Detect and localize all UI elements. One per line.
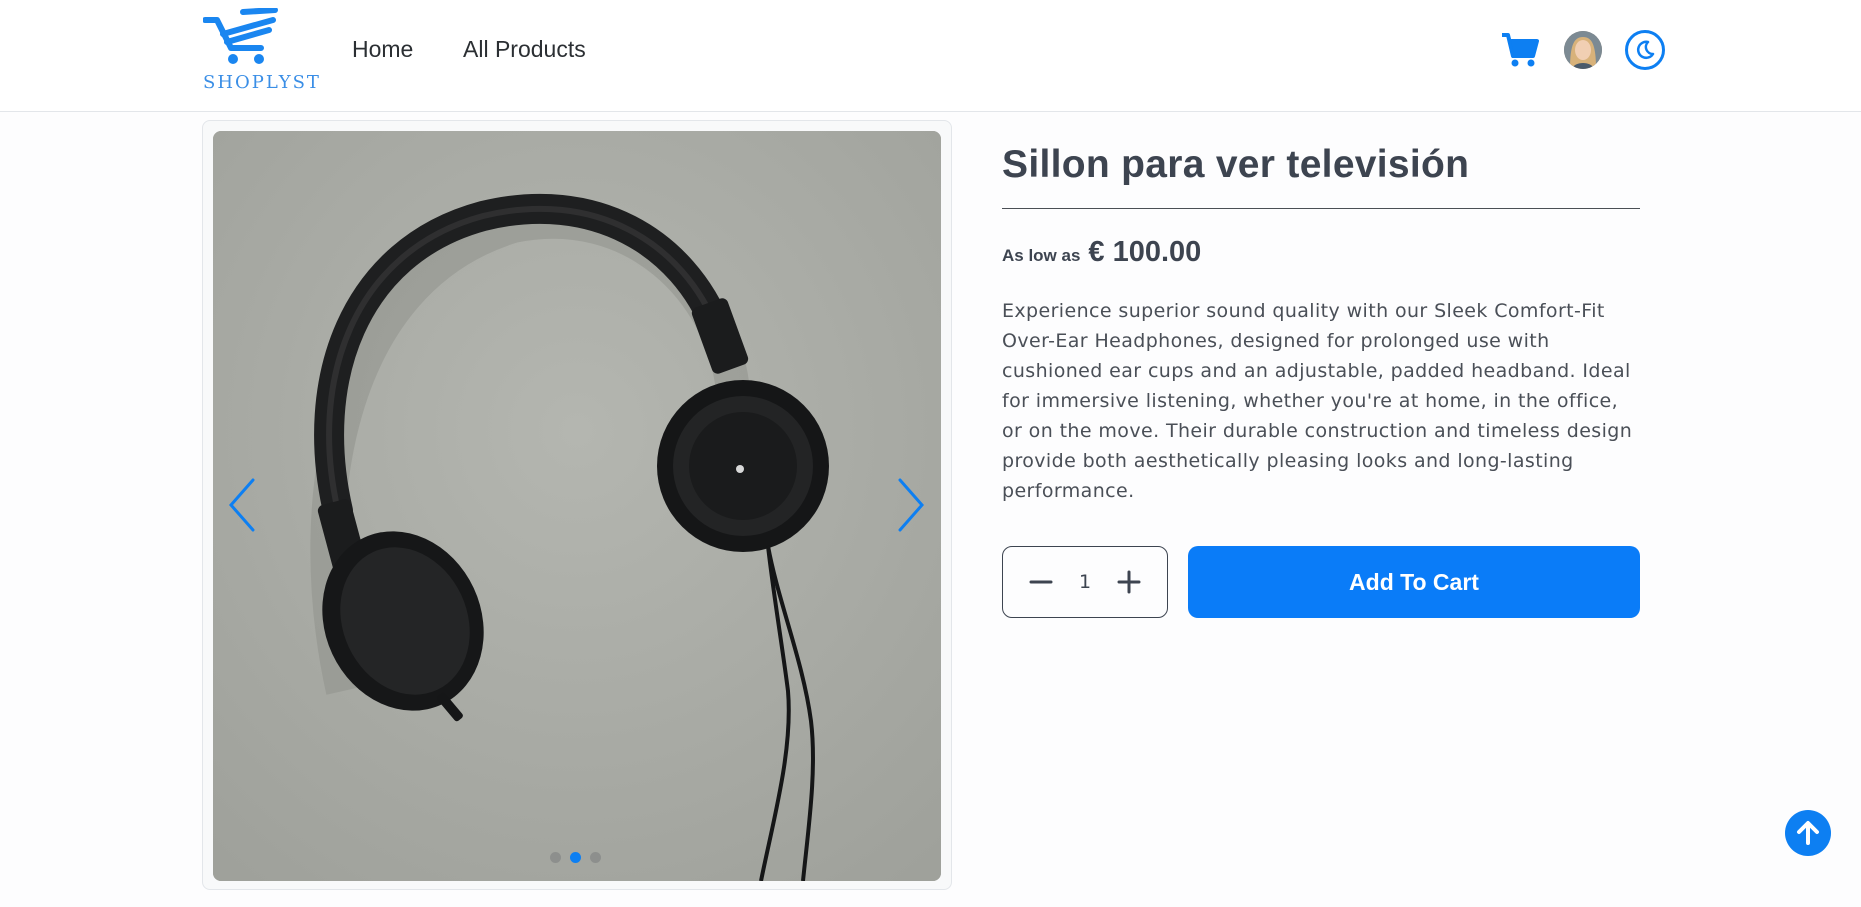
avatar-image [1564, 31, 1602, 69]
carousel-prev-button[interactable] [222, 470, 262, 540]
product-image-carousel [202, 120, 952, 890]
title-divider [1002, 208, 1640, 209]
product-title: Sillon para ver televisión [1002, 143, 1470, 186]
product-price: € 100.00 [1088, 236, 1202, 268]
brand-logo[interactable]: SHOPLYST [202, 7, 319, 93]
quantity-value[interactable]: 1 [1065, 571, 1105, 593]
headphones-image [213, 131, 941, 881]
increase-quantity-button[interactable] [1115, 568, 1143, 596]
add-to-cart-button[interactable]: Add To Cart [1188, 546, 1640, 618]
chevron-right-icon [898, 478, 924, 532]
user-avatar[interactable] [1564, 31, 1602, 69]
cart-button[interactable] [1500, 30, 1540, 70]
chevron-left-icon [229, 478, 255, 532]
navbar: SHOPLYST Home All Products [0, 0, 1861, 112]
product-description: Experience superior sound quality with o… [1002, 300, 1633, 502]
nav-home-link[interactable]: Home [352, 36, 413, 63]
carousel-dot-1[interactable] [550, 852, 561, 863]
cart-icon [1502, 33, 1539, 67]
price-prefix: As low as [1002, 246, 1081, 265]
minus-icon [1029, 580, 1053, 584]
plus-icon [1117, 570, 1141, 594]
price-row: As low as € 100.00 [1002, 236, 1201, 269]
carousel-dot-3[interactable] [590, 852, 601, 863]
product-photo [213, 131, 941, 881]
arrow-up-icon [1797, 821, 1819, 845]
scroll-to-top-button[interactable] [1785, 810, 1831, 856]
moon-icon [1636, 40, 1655, 59]
carousel-next-button[interactable] [891, 470, 931, 540]
carousel-dot-2[interactable] [570, 852, 581, 863]
carousel-indicators [550, 852, 601, 863]
theme-toggle-button[interactable] [1625, 30, 1665, 70]
decrease-quantity-button[interactable] [1027, 568, 1055, 596]
nav-all-products-link[interactable]: All Products [463, 36, 586, 63]
shopping-cart-logo-icon [202, 7, 278, 64]
brand-name: SHOPLYST [203, 72, 321, 93]
quantity-stepper: 1 [1002, 546, 1168, 618]
